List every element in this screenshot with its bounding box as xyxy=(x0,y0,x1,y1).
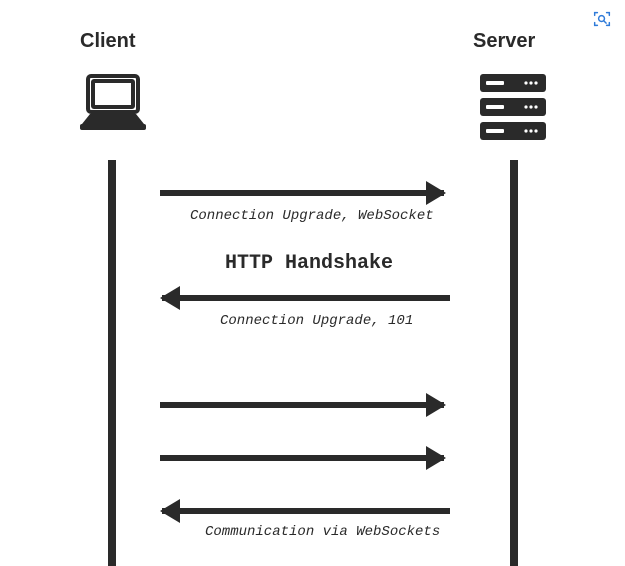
server-lifeline xyxy=(510,160,518,566)
image-search-icon[interactable] xyxy=(591,8,613,30)
label-upgrade-response: Connection Upgrade, 101 xyxy=(220,313,413,329)
section-title-handshake: HTTP Handshake xyxy=(225,252,393,275)
arrow-upgrade-request xyxy=(160,190,444,196)
label-upgrade-request: Connection Upgrade, WebSocket xyxy=(190,208,434,224)
diagram-canvas: Client Server xyxy=(0,0,625,566)
client-title: Client xyxy=(80,30,136,53)
laptop-icon xyxy=(78,72,148,136)
arrow-ws-recv xyxy=(162,508,450,514)
label-comm-via-ws: Communication via WebSockets xyxy=(205,524,440,540)
arrow-upgrade-response xyxy=(162,295,450,301)
server-title: Server xyxy=(473,30,535,53)
client-lifeline xyxy=(108,160,116,566)
arrow-ws-send-1 xyxy=(160,402,444,408)
server-stack-icon xyxy=(480,72,546,142)
arrow-ws-send-2 xyxy=(160,455,444,461)
